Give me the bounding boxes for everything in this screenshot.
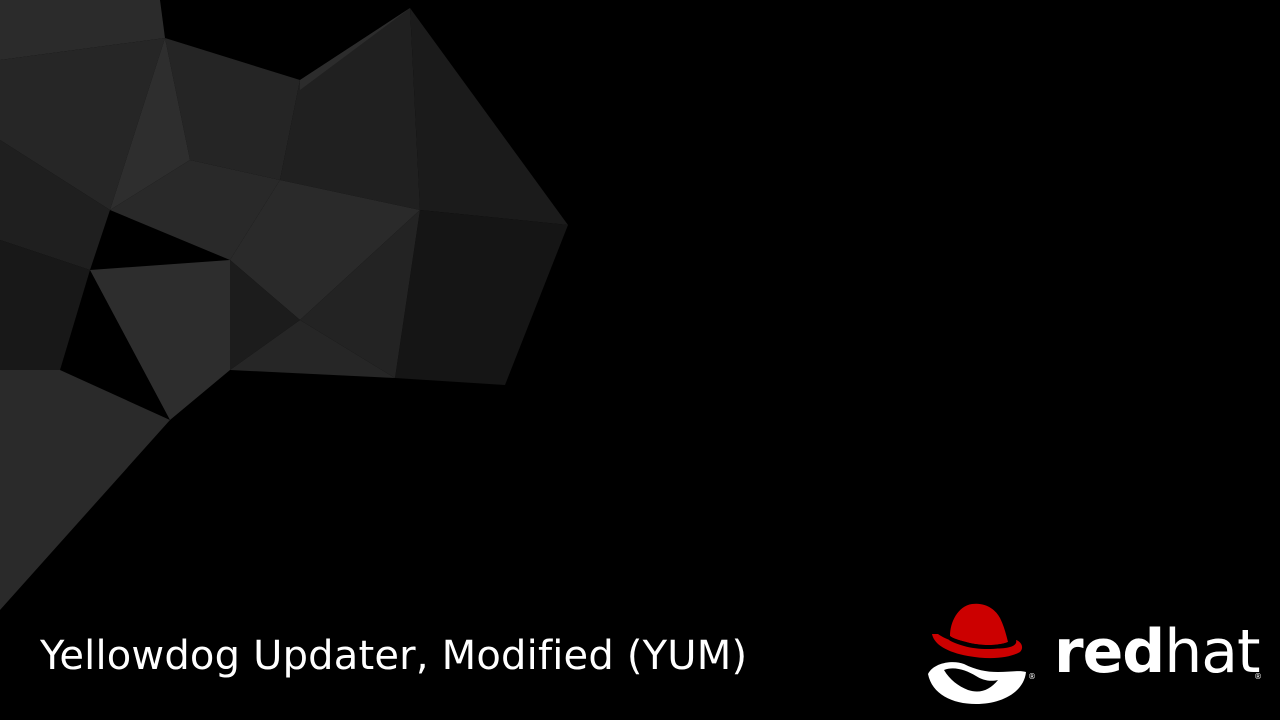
redhat-wordmark: redhat	[1054, 617, 1261, 687]
trademark-mark: ®	[1028, 672, 1036, 681]
wordmark-trademark: ®	[1254, 672, 1262, 681]
wordmark-red: red	[1054, 617, 1165, 687]
redhat-shadowman-icon	[928, 603, 1026, 704]
redhat-logo: ® redhat ®	[924, 600, 1264, 708]
slide: Yellowdog Updater, Modified (YUM) ® redh…	[0, 0, 1280, 720]
wordmark-hat: hat	[1164, 617, 1260, 687]
slide-title: Yellowdog Updater, Modified (YUM)	[40, 633, 748, 679]
